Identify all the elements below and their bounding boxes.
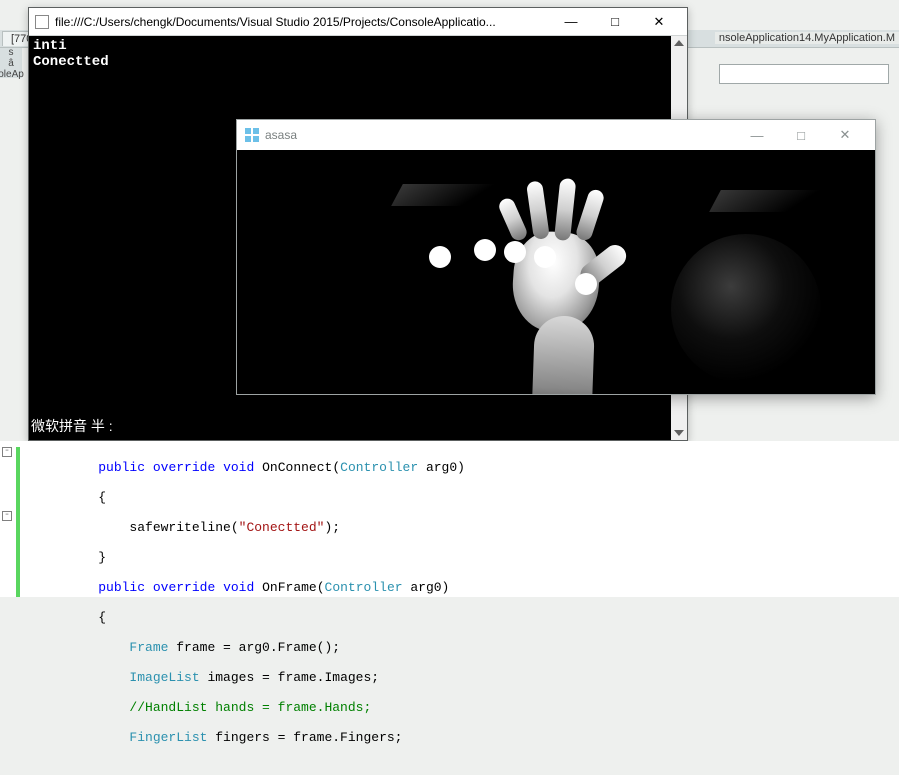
finger: [526, 180, 550, 240]
console-title: file:///C:/Users/chengk/Documents/Visual…: [55, 15, 549, 29]
outline-collapse-icon[interactable]: -: [2, 447, 12, 457]
finger: [554, 178, 576, 241]
code-line: FingerList fingers = frame.Fingers;: [28, 730, 465, 745]
console-titlebar[interactable]: file:///C:/Users/chengk/Documents/Visual…: [29, 8, 687, 36]
camera-titlebar[interactable]: asasa ― □ ✕: [237, 120, 875, 150]
face-reflection: [671, 234, 821, 384]
code-line: {: [28, 610, 465, 625]
code-line: }: [28, 550, 465, 565]
ceiling-reflection: [391, 184, 513, 206]
change-indicator: [16, 447, 20, 597]
code-line: ImageList images = frame.Images;: [28, 670, 465, 685]
console-line: inti: [33, 38, 683, 54]
minimize-button[interactable]: ―: [735, 121, 779, 149]
code-line: safewriteline("Conectted");: [28, 520, 465, 535]
code-line: public override void OnConnect(Controlle…: [28, 460, 465, 475]
camera-image: [237, 150, 875, 394]
console-app-icon: [35, 15, 49, 29]
camera-title: asasa: [245, 128, 735, 142]
ceiling-reflection: [709, 190, 841, 212]
code-editor[interactable]: - - public override void OnConnect(Contr…: [0, 441, 899, 597]
maximize-button[interactable]: □: [593, 9, 637, 35]
ide-side-glyph2: â: [8, 58, 14, 69]
ide-file-tab[interactable]: nsoleApplication14.MyApplication.M: [715, 32, 899, 44]
close-button[interactable]: ✕: [823, 121, 867, 149]
code-line: {: [28, 490, 465, 505]
finger: [497, 196, 530, 243]
fingertip-marker: [429, 246, 451, 268]
console-line: Conectted: [33, 54, 683, 70]
ide-dropdown[interactable]: [719, 64, 889, 84]
ime-status: 微软拼音 半 :: [31, 416, 113, 436]
fingertip-marker: [504, 241, 526, 263]
close-button[interactable]: ✕: [637, 9, 681, 35]
ide-side-text: oleAp: [0, 69, 24, 80]
camera-title-text: asasa: [265, 128, 297, 142]
code-line: Frame frame = arg0.Frame();: [28, 640, 465, 655]
outline-collapse-icon[interactable]: -: [2, 511, 12, 521]
code-line: //HandList hands = frame.Hands;: [28, 700, 465, 715]
minimize-button[interactable]: ―: [549, 9, 593, 35]
camera-window: asasa ― □ ✕: [236, 119, 876, 395]
ide-side-panel: s â oleAp: [0, 48, 22, 78]
fingertip-marker: [575, 273, 597, 295]
ide-side-glyph: s: [9, 47, 14, 58]
code-line: public override void OnFrame(Controller …: [28, 580, 465, 595]
maximize-button[interactable]: □: [779, 121, 823, 149]
finger: [574, 188, 605, 242]
code-lines: public override void OnConnect(Controlle…: [24, 441, 465, 597]
fingertip-marker: [474, 239, 496, 261]
editor-gutter: - -: [0, 441, 24, 597]
app-icon: [245, 128, 259, 142]
wrist: [531, 315, 595, 394]
fingertip-marker: [534, 246, 556, 268]
